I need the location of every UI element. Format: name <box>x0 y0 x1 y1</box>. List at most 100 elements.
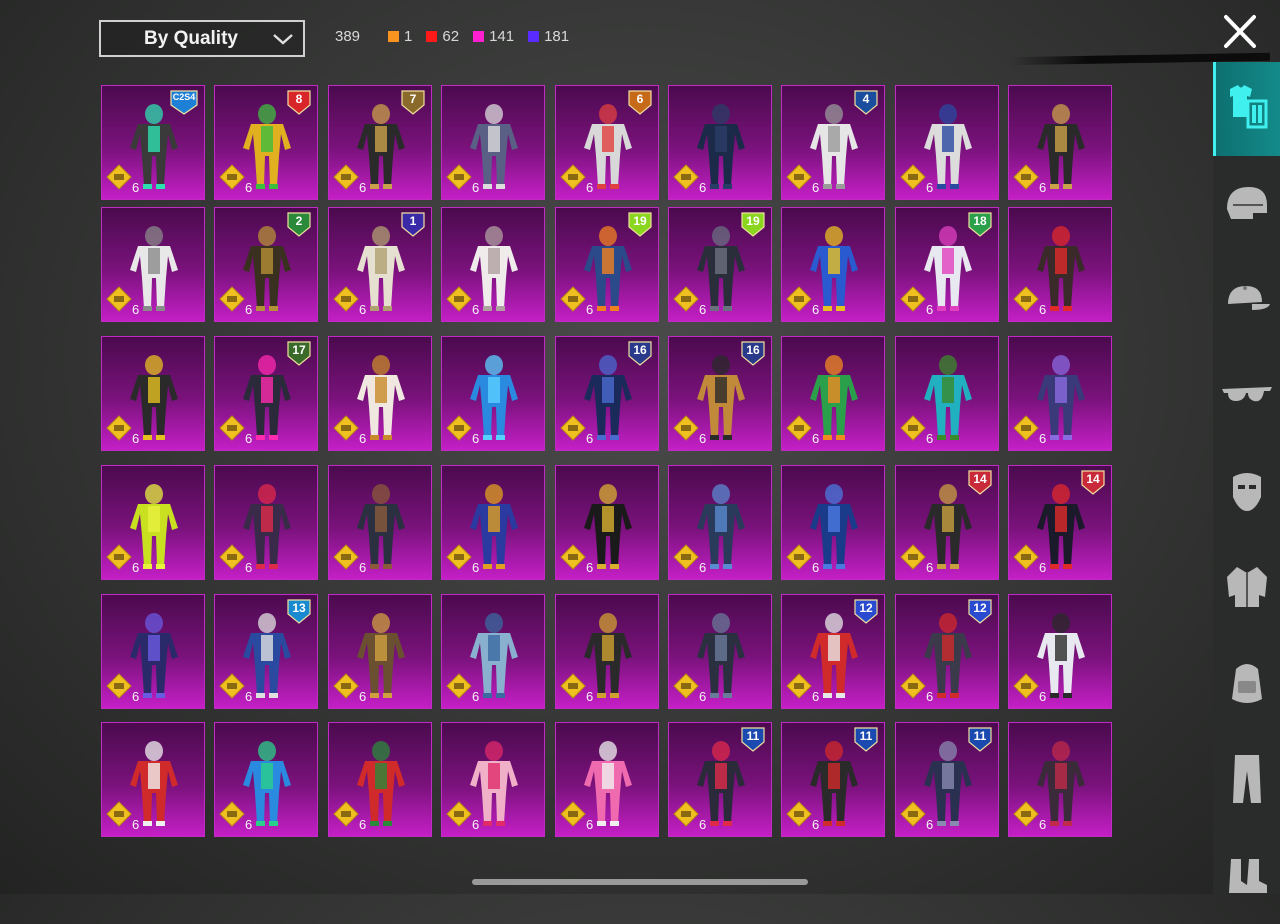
outfit-item-card[interactable]: 16 6 <box>555 336 659 451</box>
item-quantity: 6 <box>245 431 253 446</box>
outfit-item-card[interactable]: 14 6 <box>1008 465 1112 580</box>
sidebar-tab-shoes[interactable] <box>1213 830 1280 924</box>
outfit-item-card[interactable]: 66 <box>555 85 659 200</box>
outfit-item-card[interactable]: 6 <box>668 465 772 580</box>
outfit-item-card[interactable]: 6 <box>328 594 432 709</box>
diamond-quality-icon <box>106 801 132 832</box>
outfit-item-card[interactable]: 6 <box>668 85 772 200</box>
sidebar-tab-jacket[interactable] <box>1213 542 1280 636</box>
outfit-item-card[interactable]: 6 <box>781 336 885 451</box>
outfit-item-card[interactable]: 6 <box>1008 85 1112 200</box>
outfit-item-card[interactable]: 12 6 <box>781 594 885 709</box>
sidebar-tab-pants[interactable] <box>1213 734 1280 828</box>
diamond-quality-icon <box>219 801 245 832</box>
outfit-item-card[interactable]: 6 <box>441 465 545 580</box>
diamond-quality-icon <box>786 415 812 446</box>
outfit-item-card[interactable]: 6 <box>781 207 885 322</box>
outfit-item-card[interactable]: 6 <box>101 594 205 709</box>
outfit-item-card[interactable]: 6 <box>555 465 659 580</box>
outfit-item-card[interactable]: 6 <box>214 465 318 580</box>
outfit-item-card[interactable]: 6 <box>101 336 205 451</box>
item-quantity: 6 <box>699 689 707 704</box>
legendary-count: 1 <box>404 28 413 45</box>
outfit-item-card[interactable]: 46 <box>781 85 885 200</box>
outfit-item-card[interactable]: 26 <box>214 207 318 322</box>
outfit-item-card[interactable]: 6 <box>441 722 545 837</box>
outfit-item-card[interactable]: 11 6 <box>781 722 885 837</box>
outfit-item-card[interactable]: 6 <box>441 594 545 709</box>
outfit-item-card[interactable]: 11 6 <box>668 722 772 837</box>
outfit-item-card[interactable]: 6 <box>781 465 885 580</box>
item-quantity: 6 <box>245 302 253 317</box>
sidebar-tab-glasses[interactable] <box>1213 350 1280 444</box>
shoes-icon <box>1225 855 1269 900</box>
outfit-item-card[interactable]: 13 6 <box>214 594 318 709</box>
sort-dropdown[interactable]: By Quality <box>99 20 305 57</box>
outfit-item-card[interactable]: 6 <box>328 722 432 837</box>
item-quantity: 6 <box>699 560 707 575</box>
season-badge-label: 18 <box>973 214 987 228</box>
outfit-item-card[interactable]: 6 <box>895 85 999 200</box>
outfit-item-card[interactable]: 16 6 <box>668 336 772 451</box>
season-badge-icon: 11 <box>740 725 766 758</box>
outfit-item-card[interactable]: C2S4 6 <box>101 85 205 200</box>
outfit-item-card[interactable]: 6 <box>101 207 205 322</box>
sidebar-tab-backpack[interactable] <box>1213 638 1280 732</box>
season-badge-label: 11 <box>746 729 760 743</box>
outfit-item-card[interactable]: 6 <box>1008 722 1112 837</box>
rare-swatch <box>528 31 540 42</box>
diamond-quality-icon <box>446 164 472 195</box>
close-button[interactable] <box>1220 13 1260 51</box>
epic-count: 62 <box>442 28 460 45</box>
diamond-quality-icon <box>333 801 359 832</box>
outfit-item-card[interactable]: 11 6 <box>895 722 999 837</box>
outfit-item-card[interactable]: 18 6 <box>895 207 999 322</box>
sidebar-tab-mask[interactable] <box>1213 446 1280 540</box>
item-grid: C2S4 6 8 6 7 6 6 6 6 6 4 6 6 6 6 2 6 1 6 6 19 6 19 6 6 18 6 6 6 17 6 6 6… <box>101 85 1115 865</box>
outfit-item-card[interactable]: 76 <box>328 85 432 200</box>
season-badge-icon: 11 <box>853 725 879 758</box>
outfit-item-card[interactable]: 6 <box>1008 594 1112 709</box>
outfit-item-card[interactable]: 6 <box>668 594 772 709</box>
outfit-item-card[interactable]: 6 <box>101 465 205 580</box>
diamond-quality-icon <box>900 164 926 195</box>
outfit-item-card[interactable]: 19 6 <box>555 207 659 322</box>
outfit-item-card[interactable]: 16 <box>328 207 432 322</box>
outfit-item-card[interactable]: 6 <box>328 465 432 580</box>
season-badge-icon: 6 <box>627 88 653 121</box>
diamond-quality-icon <box>446 544 472 575</box>
item-quantity: 6 <box>359 560 367 575</box>
outfit-item-card[interactable]: 6 <box>555 594 659 709</box>
sidebar-tab-cap[interactable] <box>1213 254 1280 348</box>
sidebar-tab-helmet[interactable] <box>1213 158 1280 252</box>
outfit-item-card[interactable]: 6 <box>101 722 205 837</box>
outfit-item-card[interactable]: 6 <box>555 722 659 837</box>
outfit-item-card[interactable]: 6 <box>328 336 432 451</box>
season-badge-label: C2S4 <box>172 92 196 102</box>
outfit-item-card[interactable]: 86 <box>214 85 318 200</box>
epic-swatch <box>426 31 438 42</box>
season-badge-icon: 7 <box>400 88 426 121</box>
outfit-item-card[interactable]: 14 6 <box>895 465 999 580</box>
season-badge-icon: 12 <box>853 597 879 630</box>
season-badge-label: 2 <box>295 214 303 228</box>
outfit-item-card[interactable]: 6 <box>214 722 318 837</box>
outfit-item-card[interactable]: 6 <box>441 336 545 451</box>
outfit-item-card[interactable]: 17 6 <box>214 336 318 451</box>
outfit-item-card[interactable]: 6 <box>1008 336 1112 451</box>
diamond-quality-icon <box>106 164 132 195</box>
outfit-item-card[interactable]: 6 <box>441 207 545 322</box>
outfit-item-card[interactable]: 6 <box>895 336 999 451</box>
season-badge-icon: 8 <box>286 88 312 121</box>
item-quantity: 6 <box>132 302 140 317</box>
total-count: 389 <box>335 28 361 45</box>
sidebar-tab-outfit[interactable] <box>1213 62 1280 156</box>
outfit-item-card[interactable]: 19 6 <box>668 207 772 322</box>
diamond-quality-icon <box>219 415 245 446</box>
diamond-quality-icon <box>219 164 245 195</box>
outfit-item-card[interactable]: 6 <box>441 85 545 200</box>
diamond-quality-icon <box>1013 544 1039 575</box>
season-badge-label: 19 <box>633 214 647 228</box>
outfit-item-card[interactable]: 6 <box>1008 207 1112 322</box>
outfit-item-card[interactable]: 12 6 <box>895 594 999 709</box>
